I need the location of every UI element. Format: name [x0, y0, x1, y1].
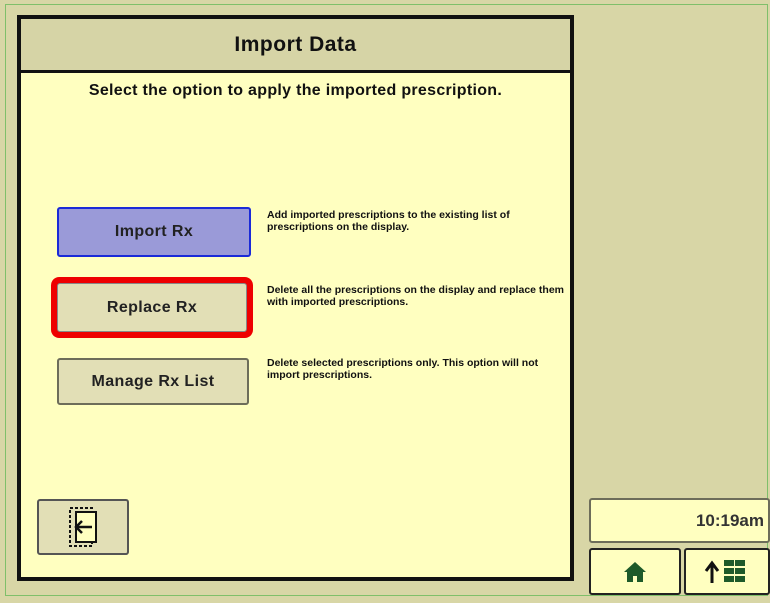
import-rx-description: Add imported prescriptions to the existi… [267, 209, 510, 233]
clock-display: 10:19am [589, 498, 770, 543]
exit-back-icon [69, 507, 97, 547]
dialog-title: Import Data [21, 19, 570, 73]
import-rx-button[interactable]: Import Rx [57, 207, 251, 257]
instruction-text: Select the option to apply the imported … [88, 82, 503, 99]
layout-manager-button[interactable] [684, 548, 770, 595]
import-data-dialog: Import Data Select the option to apply t… [17, 15, 574, 581]
exit-button[interactable] [37, 499, 129, 555]
home-button[interactable] [589, 548, 681, 595]
manage-rx-list-button[interactable]: Manage Rx List [57, 358, 249, 405]
replace-rx-button[interactable]: Replace Rx [57, 283, 247, 332]
home-icon [624, 561, 646, 582]
manage-rx-list-description: Delete selected prescriptions only. This… [267, 357, 539, 381]
replace-rx-description: Delete all the prescriptions on the disp… [267, 284, 564, 308]
layout-manager-icon [704, 559, 745, 583]
